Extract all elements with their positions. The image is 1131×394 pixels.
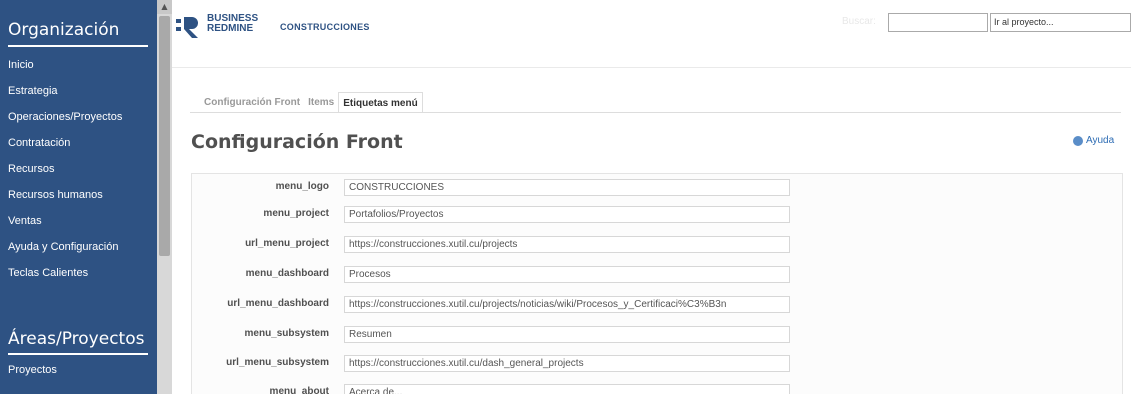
- sidebar-item-inicio[interactable]: Inicio: [0, 55, 172, 81]
- settings-tabs: Configuración Front Items Etiquetas menú: [200, 92, 423, 113]
- tab-etiquetas-menu[interactable]: Etiquetas menú: [338, 92, 423, 113]
- brand-title[interactable]: CONSTRUCCIONES: [280, 22, 370, 32]
- business-redmine-logo-icon: [176, 17, 198, 38]
- form-row: url_menu_subsystem: [192, 353, 1124, 377]
- sidebar-heading-organizacion: Organización: [8, 20, 120, 40]
- sidebar-item-recursos-humanos[interactable]: Recursos humanos: [0, 185, 172, 211]
- sidebar-item-recursos[interactable]: Recursos: [0, 159, 172, 185]
- field-label-menu-project: menu_project: [263, 208, 329, 219]
- settings-form: menu_logo menu_project url_menu_project …: [191, 173, 1123, 394]
- sidebar-item-operaciones-proyectos[interactable]: Operaciones/Proyectos: [0, 107, 172, 133]
- help-link[interactable]: Ayuda: [1073, 135, 1114, 146]
- sidebar-item-estrategia[interactable]: Estrategia: [0, 81, 172, 107]
- sidebar-scrollbar[interactable]: ▲: [157, 0, 172, 394]
- tab-configuracion-front[interactable]: Configuración Front: [200, 92, 304, 113]
- help-link-label: Ayuda: [1086, 135, 1115, 146]
- form-row: url_menu_project: [192, 234, 1124, 258]
- form-row: url_menu_dashboard: [192, 294, 1124, 318]
- tab-items[interactable]: Items: [304, 92, 338, 113]
- url-menu-subsystem-input[interactable]: [344, 355, 790, 372]
- sidebar-org-menu: Inicio Estrategia Operaciones/Proyectos …: [0, 55, 172, 289]
- field-label-url-menu-project: url_menu_project: [245, 238, 329, 249]
- field-label-menu-dashboard: menu_dashboard: [245, 268, 329, 279]
- sidebar-item-contratacion[interactable]: Contratación: [0, 133, 172, 159]
- sidebar-item-teclas-calientes[interactable]: Teclas Calientes: [0, 263, 172, 289]
- sidebar-item-proyectos[interactable]: Proyectos: [0, 360, 172, 386]
- field-label-menu-about: menu_about: [269, 386, 329, 394]
- logo-text-redmine: REDMINE: [207, 23, 254, 34]
- menu-subsystem-input[interactable]: [344, 326, 790, 343]
- sidebar-divider: [8, 353, 148, 355]
- scrollbar-thumb[interactable]: [159, 16, 170, 256]
- field-label-url-menu-dashboard: url_menu_dashboard: [227, 298, 329, 309]
- url-menu-project-input[interactable]: [344, 236, 790, 253]
- url-menu-dashboard-input[interactable]: [344, 296, 790, 313]
- scroll-up-arrow-icon[interactable]: ▲: [157, 0, 172, 14]
- sidebar-item-ayuda-configuracion[interactable]: Ayuda y Configuración: [0, 237, 172, 263]
- tabs-divider: [190, 112, 1121, 113]
- sidebar-item-ventas[interactable]: Ventas: [0, 211, 172, 237]
- menu-project-input[interactable]: [344, 206, 790, 223]
- search-label: Buscar:: [842, 16, 876, 27]
- form-row: menu_about: [192, 382, 1124, 394]
- sidebar: Organización Inicio Estrategia Operacion…: [0, 0, 172, 394]
- form-row: menu_dashboard: [192, 264, 1124, 288]
- header: BUSINESS REDMINE CONSTRUCCIONES Buscar: …: [172, 0, 1131, 68]
- sidebar-heading-areas-proyectos: Áreas/Proyectos: [8, 329, 145, 349]
- menu-dashboard-input[interactable]: [344, 266, 790, 283]
- field-label-url-menu-subsystem: url_menu_subsystem: [226, 357, 329, 368]
- sidebar-areas-menu: Proyectos: [0, 360, 172, 386]
- search-input[interactable]: [888, 13, 988, 32]
- form-row: menu_logo: [192, 177, 1124, 201]
- project-jump-select[interactable]: Ir al proyecto...: [990, 13, 1131, 32]
- field-label-menu-subsystem: menu_subsystem: [244, 328, 329, 339]
- form-row: menu_project: [192, 204, 1124, 228]
- page-title: Configuración Front: [191, 131, 403, 153]
- help-icon: [1073, 135, 1083, 146]
- menu-about-input[interactable]: [344, 384, 790, 394]
- form-row: menu_subsystem: [192, 324, 1124, 348]
- menu-logo-input[interactable]: [344, 179, 790, 196]
- field-label-menu-logo: menu_logo: [275, 181, 329, 192]
- sidebar-divider: [8, 45, 148, 47]
- logo-text: BUSINESS REDMINE: [207, 14, 258, 34]
